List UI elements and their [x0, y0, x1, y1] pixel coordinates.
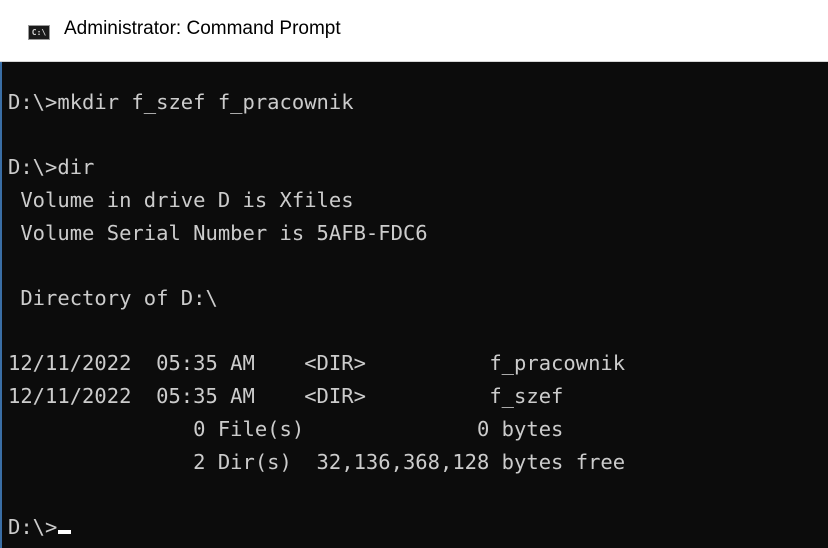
console-line-volume-serial: Volume Serial Number is 5AFB-FDC6 — [8, 221, 428, 245]
console-line-file-count: 0 File(s) 0 bytes — [8, 417, 564, 441]
prompt-text: D:\> — [8, 515, 58, 539]
window-border — [0, 62, 2, 548]
console-line-dir-entry: 12/11/2022 05:35 AM <DIR> f_pracownik — [8, 351, 626, 375]
console-line-dir-count: 2 Dir(s) 32,136,368,128 bytes free — [8, 450, 626, 474]
command-prompt-window: C:\ Administrator: Command Prompt D:\>mk… — [0, 0, 828, 548]
window-title: Administrator: Command Prompt — [64, 18, 341, 39]
console-line-directory-of: Directory of D:\ — [8, 286, 218, 310]
console-prompt-line[interactable]: D:\> — [8, 514, 72, 541]
console-line-volume-label: Volume in drive D is Xfiles — [8, 188, 354, 212]
title-bar[interactable]: C:\ Administrator: Command Prompt — [0, 0, 828, 62]
command-prompt-icon: C:\ — [28, 25, 50, 40]
text-cursor — [58, 530, 72, 534]
console-line-command-dir: D:\>dir — [8, 155, 95, 179]
console-line-command-mkdir: D:\>mkdir f_szef f_pracownik — [8, 90, 354, 114]
console-line-dir-entry: 12/11/2022 05:35 AM <DIR> f_szef — [8, 384, 564, 408]
